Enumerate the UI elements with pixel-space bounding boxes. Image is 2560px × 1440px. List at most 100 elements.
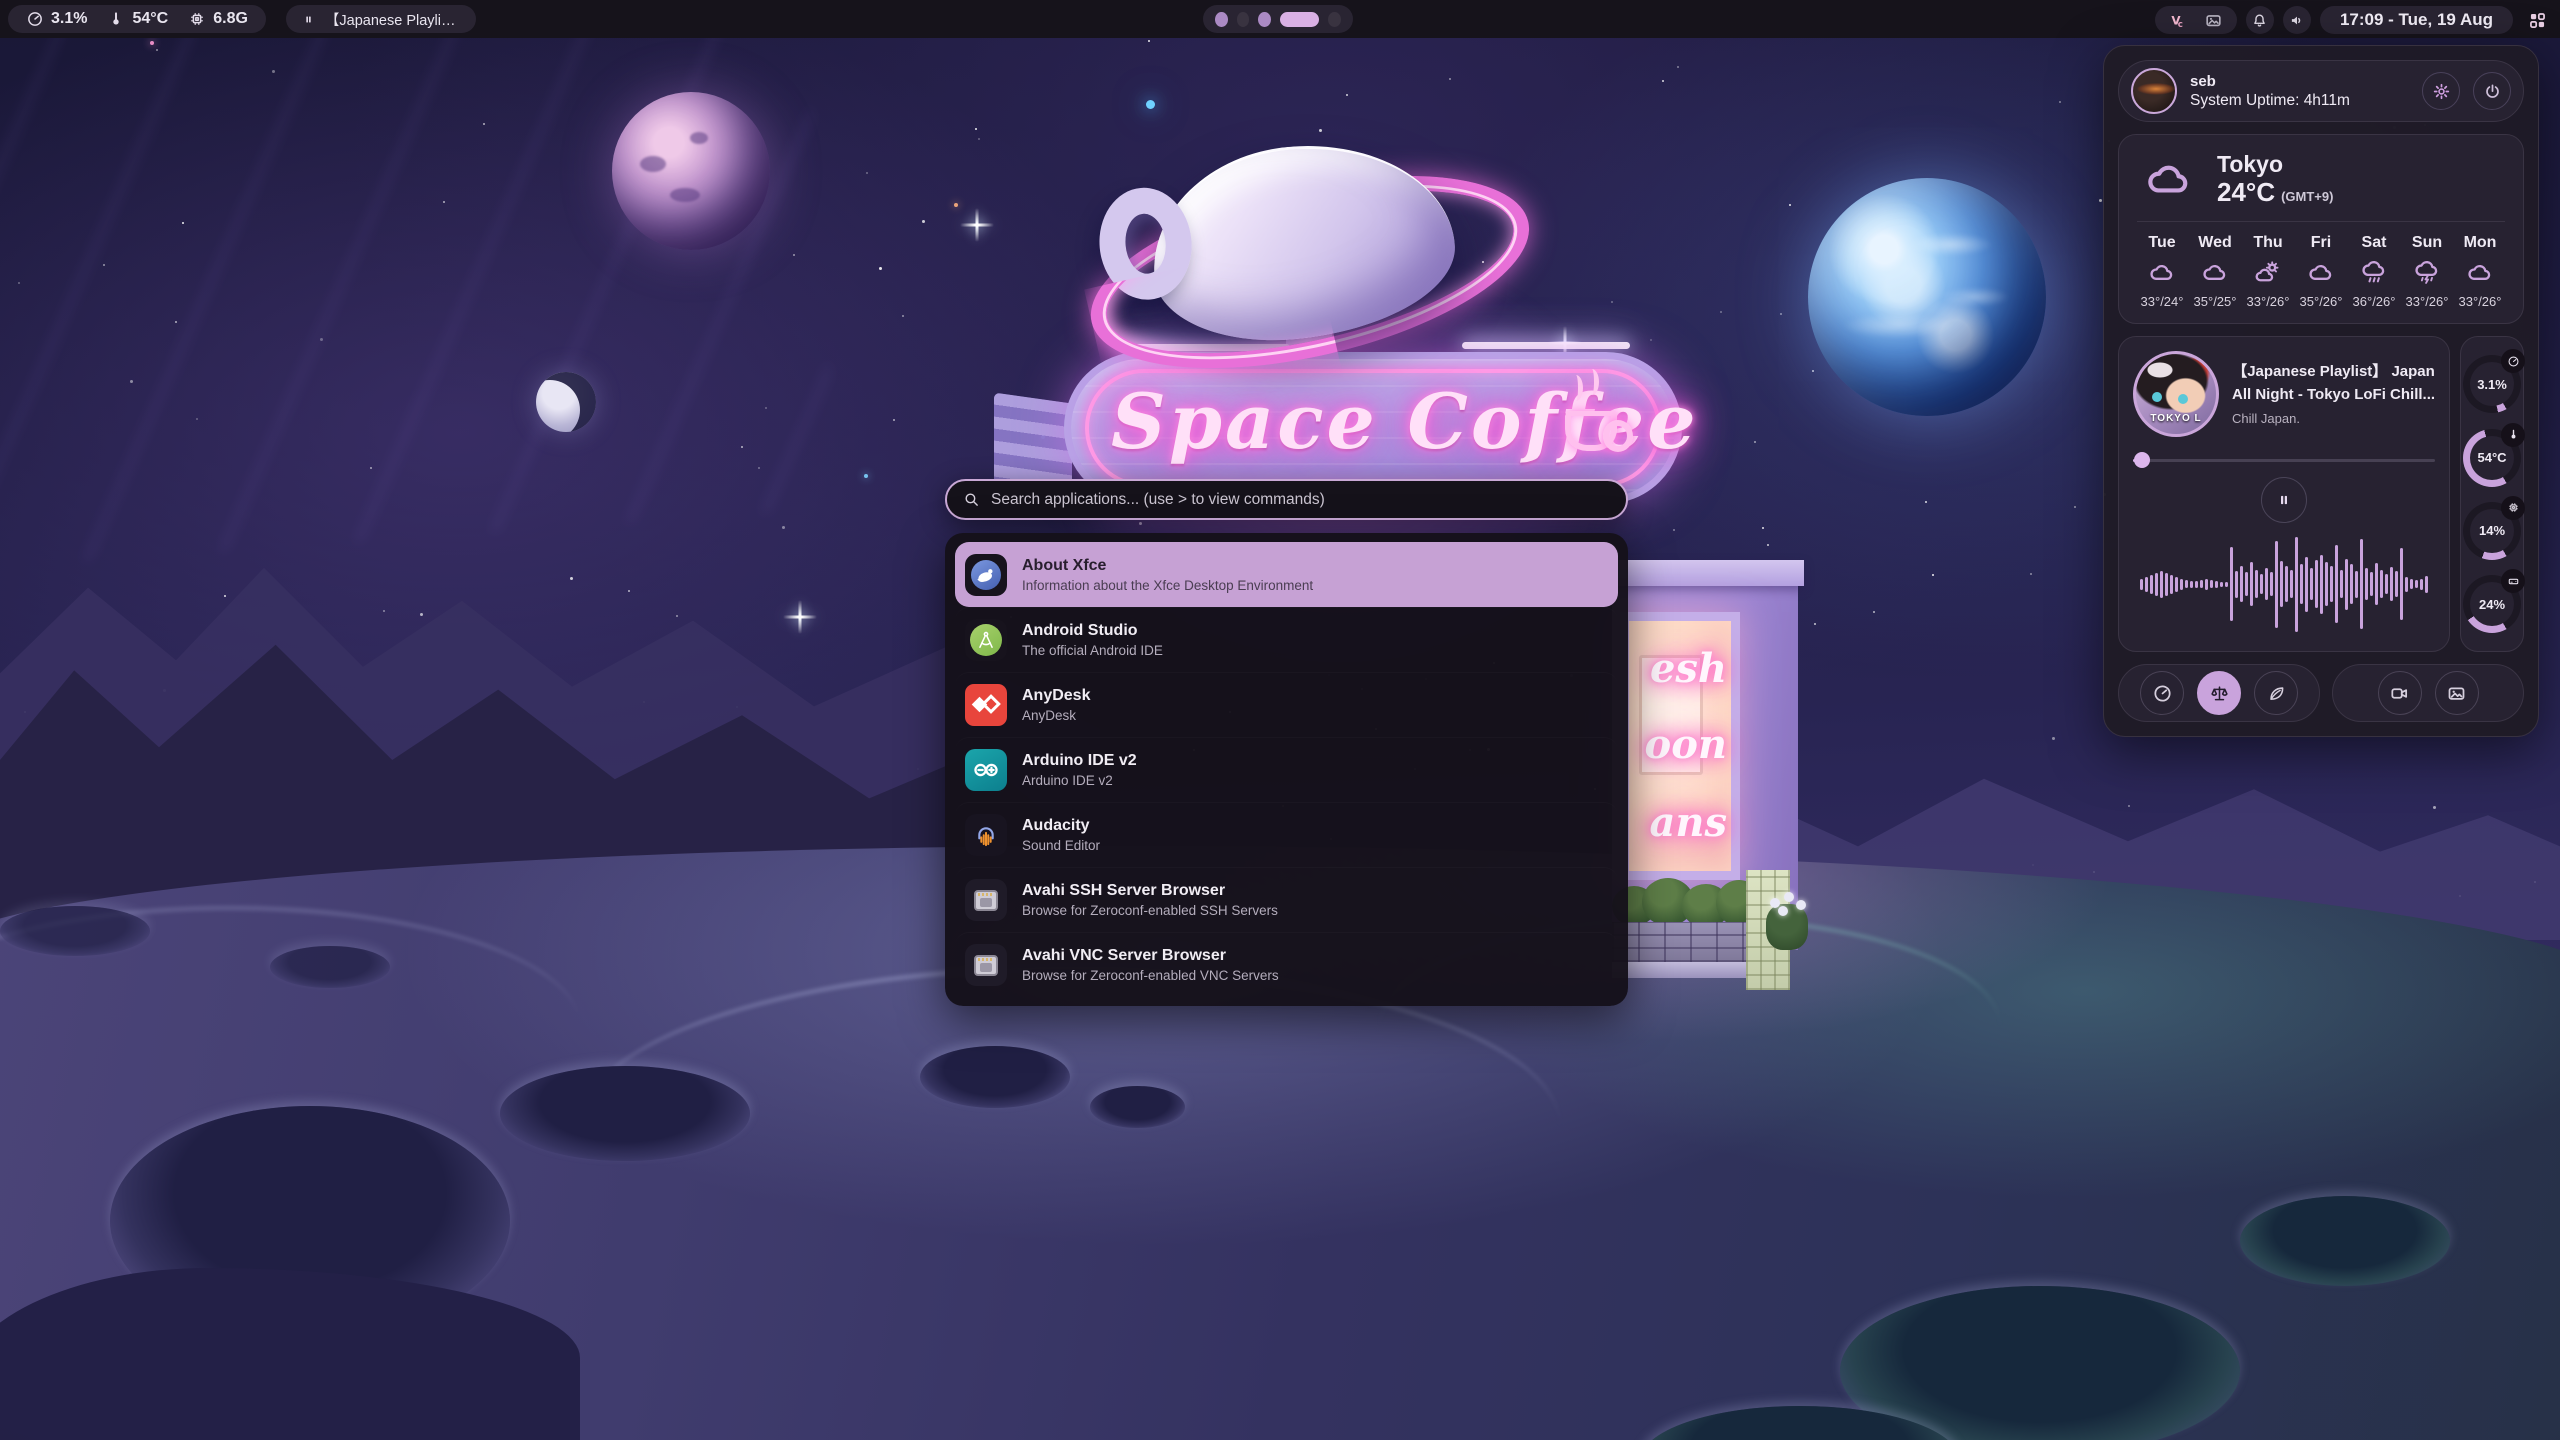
tray-image-icon[interactable] bbox=[2204, 11, 2223, 30]
workspace-dot-2[interactable] bbox=[1237, 12, 1250, 27]
track-artist: Chill Japan. bbox=[2232, 411, 2435, 426]
android-studio-icon bbox=[965, 619, 1007, 661]
system-stats-pill: 3.1% 54°C 6.8G bbox=[8, 5, 266, 33]
chip-icon bbox=[2507, 501, 2520, 514]
app-name: Arduino IDE v2 bbox=[1022, 752, 1137, 770]
cpu-usage-value: 3.1% bbox=[51, 10, 87, 28]
app-row-avahi-ssh[interactable]: Avahi SSH Server Browser Browse for Zero… bbox=[955, 867, 1618, 932]
weather-temp: 24°C bbox=[2217, 177, 2275, 207]
cloud-storm-icon bbox=[2411, 259, 2443, 287]
power-icon bbox=[2483, 82, 2502, 101]
app-row-anydesk[interactable]: AnyDesk AnyDesk bbox=[955, 672, 1618, 737]
now-playing-pill[interactable]: 【Japanese Playlist】 J... bbox=[286, 5, 476, 33]
workspace-dot-3[interactable] bbox=[1258, 12, 1271, 27]
clock[interactable]: 17:09 - Tue, 19 Aug bbox=[2320, 6, 2513, 34]
app-row-about-xfce[interactable]: About Xfce Information about the Xfce De… bbox=[955, 542, 1618, 607]
cloud-icon bbox=[2199, 259, 2231, 287]
workspace-indicator bbox=[1203, 5, 1353, 33]
top-bar: 3.1% 54°C 6.8G 【Japanese Playlist】 J... bbox=[0, 0, 2560, 38]
pause-icon bbox=[2275, 491, 2293, 509]
user-card: seb System Uptime: 4h11m bbox=[2118, 60, 2524, 122]
notifications-button[interactable] bbox=[2246, 6, 2274, 34]
forecast-day: Tue 33°/24° bbox=[2137, 234, 2187, 309]
dashboard-panel: seb System Uptime: 4h11m Tokyo 24°C(GMT+… bbox=[2103, 45, 2539, 737]
svg-text:c: c bbox=[2178, 19, 2183, 29]
audacity-icon bbox=[965, 814, 1007, 856]
workspace-dot-1[interactable] bbox=[1215, 12, 1228, 27]
forecast-day: Thu 33°/26° bbox=[2243, 234, 2293, 309]
seek-handle[interactable] bbox=[2134, 452, 2150, 468]
window-neon-line2: oon bbox=[1645, 725, 1727, 765]
app-name: Android Studio bbox=[1022, 622, 1163, 640]
volume-button[interactable] bbox=[2283, 6, 2311, 34]
network-jack-icon bbox=[965, 944, 1007, 986]
app-name: Audacity bbox=[1022, 817, 1100, 835]
top-bar-right: Vc 17:09 - Tue, 19 Aug bbox=[2155, 5, 2552, 35]
flower-pot bbox=[1764, 890, 1810, 950]
overview-button[interactable] bbox=[2522, 5, 2552, 35]
app-description: Arduino IDE v2 bbox=[1022, 773, 1137, 788]
app-results-panel: About Xfce Information about the Xfce De… bbox=[945, 533, 1628, 1006]
scale-icon bbox=[2209, 683, 2230, 704]
gauge-icon bbox=[26, 10, 44, 28]
workspace-dot-5[interactable] bbox=[1328, 12, 1341, 27]
window-neon-line1: esh bbox=[1650, 649, 1727, 689]
clock-text: 17:09 - Tue, 19 Aug bbox=[2340, 10, 2493, 30]
balanced-mode-button[interactable] bbox=[2197, 671, 2241, 715]
tray-app-icon[interactable]: Vc bbox=[2169, 11, 2188, 30]
app-description: Browse for Zeroconf-enabled VNC Servers bbox=[1022, 968, 1279, 983]
gauge-icon bbox=[2152, 683, 2173, 704]
cafe-window: esh oon ans bbox=[1620, 612, 1740, 880]
system-tray: Vc bbox=[2155, 6, 2237, 34]
power-button[interactable] bbox=[2473, 72, 2511, 110]
pause-icon bbox=[302, 13, 315, 26]
chip-icon bbox=[188, 10, 206, 28]
track-title-line2: All Night - Tokyo LoFi Chill... bbox=[2232, 385, 2435, 405]
xfce-icon bbox=[965, 554, 1007, 596]
performance-mode-button[interactable] bbox=[2140, 671, 2184, 715]
leaf-icon bbox=[2266, 683, 2287, 704]
thermometer-icon bbox=[2507, 428, 2520, 441]
cafe-storefront: esh oon ans bbox=[1612, 560, 1798, 950]
screenshot-button[interactable] bbox=[2435, 671, 2479, 715]
memory-gauge: 14% bbox=[2463, 502, 2521, 560]
sign-text: Space Coffee bbox=[1111, 377, 1581, 466]
app-row-arduino[interactable]: Arduino IDE v2 Arduino IDE v2 bbox=[955, 737, 1618, 802]
seek-bar[interactable] bbox=[2133, 452, 2435, 468]
search-input[interactable] bbox=[991, 491, 1610, 509]
image-icon bbox=[2446, 683, 2467, 704]
play-pause-button[interactable] bbox=[2261, 477, 2307, 523]
app-description: The official Android IDE bbox=[1022, 643, 1163, 658]
forecast-day: Mon 33°/26° bbox=[2455, 234, 2505, 309]
system-gauges-card: 3.1% 54°C 14% 24% bbox=[2460, 336, 2524, 652]
camera-icon bbox=[2389, 683, 2410, 704]
anydesk-icon bbox=[965, 684, 1007, 726]
workspace-dot-4[interactable] bbox=[1280, 12, 1319, 27]
weather-city: Tokyo bbox=[2217, 151, 2333, 177]
cloud-icon bbox=[2305, 259, 2337, 287]
app-row-avahi-vnc[interactable]: Avahi VNC Server Browser Browse for Zero… bbox=[955, 932, 1618, 997]
forecast-day: Wed 35°/25° bbox=[2190, 234, 2240, 309]
gear-icon bbox=[2432, 82, 2451, 101]
app-name: AnyDesk bbox=[1022, 687, 1090, 705]
sign-coffee-cup-icon bbox=[1565, 411, 1617, 451]
launcher-search-bar[interactable] bbox=[945, 479, 1628, 520]
temperature-value: 54°C bbox=[132, 10, 168, 28]
temperature-stat: 54°C bbox=[107, 10, 168, 28]
forecast-day: Sat 36°/26° bbox=[2349, 234, 2399, 309]
sign-light-right bbox=[1462, 342, 1630, 349]
brick-planter bbox=[1612, 922, 1764, 962]
memory-stat: 6.8G bbox=[188, 10, 248, 28]
username: seb bbox=[2190, 73, 2409, 90]
thermometer-icon bbox=[107, 10, 125, 28]
network-jack-icon bbox=[965, 879, 1007, 921]
app-row-android-studio[interactable]: Android Studio The official Android IDE bbox=[955, 607, 1618, 672]
forecast-row: Tue 33°/24° Wed 35°/25° Thu 33°/26° Fri bbox=[2137, 234, 2505, 309]
powersave-mode-button[interactable] bbox=[2254, 671, 2298, 715]
app-row-audacity[interactable]: Audacity Sound Editor bbox=[955, 802, 1618, 867]
grid-icon bbox=[2527, 10, 2548, 31]
app-launcher: About Xfce Information about the Xfce De… bbox=[945, 479, 1628, 1006]
screen-record-button[interactable] bbox=[2378, 671, 2422, 715]
settings-button[interactable] bbox=[2422, 72, 2460, 110]
cloud-icon bbox=[2146, 259, 2178, 287]
